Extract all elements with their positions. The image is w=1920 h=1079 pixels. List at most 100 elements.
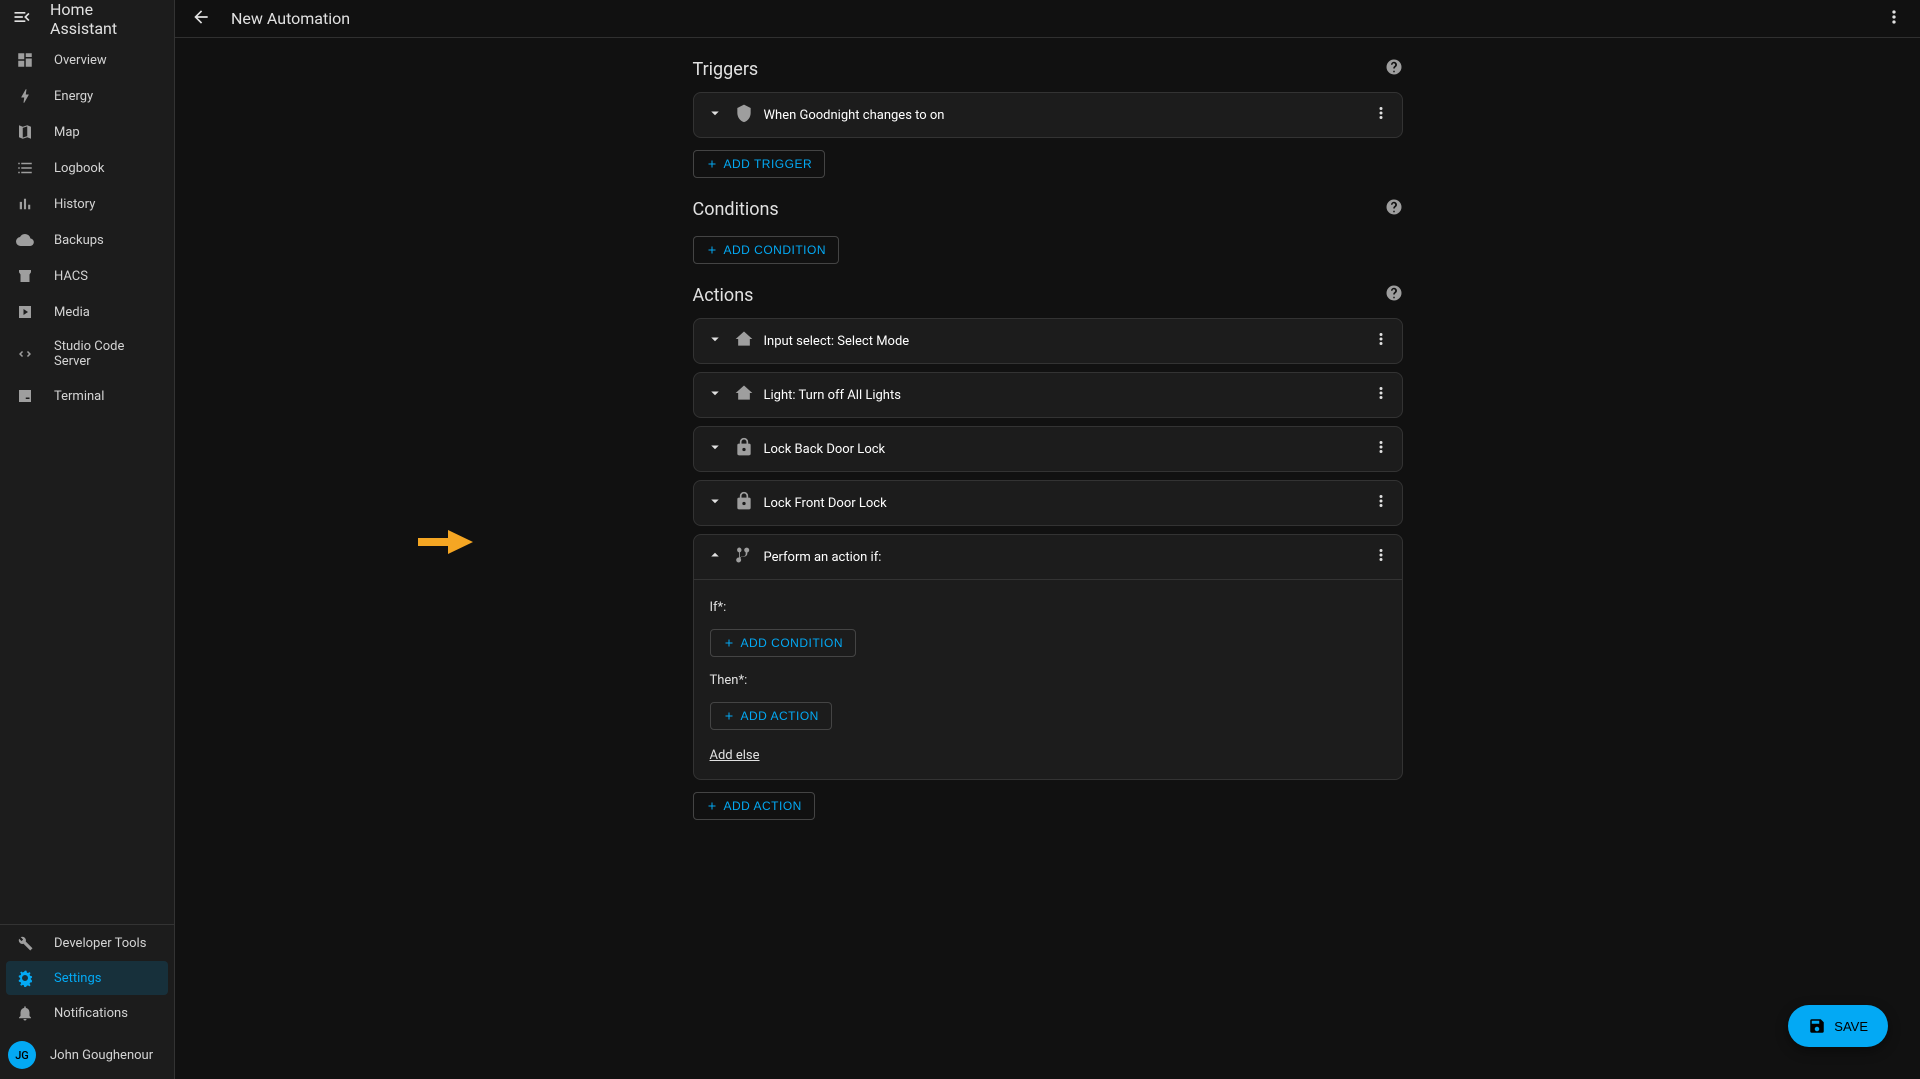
lock-icon [734, 491, 754, 515]
sidebar-item-label: Notifications [54, 1006, 128, 1021]
chevron-down-icon[interactable] [706, 492, 724, 514]
cloud-icon [16, 231, 34, 249]
save-button[interactable]: SAVE [1788, 1005, 1888, 1047]
add-then-action-button[interactable]: Add Action [710, 702, 832, 730]
card-title: Input select: Select Mode [764, 334, 1362, 349]
sidebar-item-overview[interactable]: Overview [6, 43, 168, 77]
card-title: Lock Back Door Lock [764, 442, 1362, 457]
content-area: Triggers When Goodnight changes to on Ad… [175, 38, 1920, 1079]
sidebar-user[interactable]: JG John Goughenour [0, 1031, 174, 1079]
card-title: Light: Turn off All Lights [764, 388, 1362, 403]
sidebar-item-map[interactable]: Map [6, 115, 168, 149]
sidebar-item-devtools[interactable]: Developer Tools [6, 926, 168, 960]
sidebar-item-settings[interactable]: Settings [6, 961, 168, 995]
sidebar-item-backups[interactable]: Backups [6, 223, 168, 257]
sidebar-item-history[interactable]: History [6, 187, 168, 221]
add-condition-button[interactable]: Add Condition [693, 236, 840, 264]
terminal-icon [16, 387, 34, 405]
sidebar-item-label: Logbook [54, 161, 104, 176]
trigger-card: When Goodnight changes to on [693, 92, 1403, 138]
section-title: Actions [693, 285, 754, 306]
map-icon [16, 123, 34, 141]
branch-icon [734, 545, 754, 569]
menu-toggle-icon[interactable] [12, 7, 32, 31]
section-title: Conditions [693, 199, 779, 220]
sidebar-item-label: History [54, 197, 95, 212]
sidebar-item-label: HACS [54, 269, 88, 284]
if-label: If*: [710, 600, 1386, 615]
code-icon [16, 345, 34, 363]
card-title: When Goodnight changes to on [764, 108, 1362, 123]
sidebar: Home Assistant Overview Energy Map Logbo… [0, 0, 175, 1079]
kebab-menu-icon[interactable] [1372, 546, 1390, 568]
sidebar-nav: Overview Energy Map Logbook History Back… [0, 38, 174, 924]
sidebar-item-notifications[interactable]: Notifications [6, 996, 168, 1030]
sidebar-item-label: Energy [54, 89, 93, 104]
bell-icon [16, 1004, 34, 1022]
action-card: Lock Back Door Lock [693, 426, 1403, 472]
add-trigger-button[interactable]: Add Trigger [693, 150, 826, 178]
chevron-down-icon[interactable] [706, 330, 724, 352]
dashboard-icon [16, 51, 34, 69]
button-label: Add Action [741, 709, 819, 723]
sidebar-item-label: Developer Tools [54, 936, 146, 951]
kebab-menu-icon[interactable] [1372, 492, 1390, 514]
card-title: Lock Front Door Lock [764, 496, 1362, 511]
conditions-section-header: Conditions [693, 198, 1403, 220]
kebab-menu-icon[interactable] [1372, 330, 1390, 352]
add-else-link[interactable]: Add else [710, 748, 760, 763]
sidebar-item-label: Media [54, 305, 90, 320]
if-block-body: If*: Add Condition Then*: Add Action Add… [694, 579, 1402, 779]
page-title: New Automation [231, 9, 1864, 28]
kebab-menu-icon[interactable] [1372, 104, 1390, 126]
help-icon[interactable] [1385, 58, 1403, 80]
chevron-down-icon[interactable] [706, 104, 724, 126]
add-action-button[interactable]: Add Action [693, 792, 815, 820]
sidebar-header: Home Assistant [0, 0, 174, 38]
sidebar-item-energy[interactable]: Energy [6, 79, 168, 113]
kebab-menu-icon[interactable] [1372, 384, 1390, 406]
list-icon [16, 159, 34, 177]
bolt-icon [16, 87, 34, 105]
chevron-down-icon[interactable] [706, 384, 724, 406]
action-card: Lock Front Door Lock [693, 480, 1403, 526]
kebab-menu-icon[interactable] [1372, 438, 1390, 460]
chevron-down-icon[interactable] [706, 438, 724, 460]
section-title: Triggers [693, 59, 759, 80]
lock-icon [734, 437, 754, 461]
button-label: Add Action [724, 799, 802, 813]
sidebar-item-label: Terminal [54, 389, 104, 404]
sidebar-item-label: Overview [54, 53, 107, 68]
avatar: JG [8, 1041, 36, 1069]
main-content: New Automation Triggers When Goodnight c… [175, 0, 1920, 1079]
sidebar-item-hacs[interactable]: HACS [6, 259, 168, 293]
button-label: Add Condition [724, 243, 827, 257]
kebab-menu-icon[interactable] [1884, 7, 1904, 31]
back-icon[interactable] [191, 7, 211, 31]
sidebar-item-label: Studio Code Server [54, 339, 158, 369]
sidebar-item-media[interactable]: Media [6, 295, 168, 329]
button-label: SAVE [1834, 1019, 1868, 1034]
sidebar-item-terminal[interactable]: Terminal [6, 379, 168, 413]
sidebar-footer: Developer Tools Settings Notifications J… [0, 924, 174, 1079]
button-label: Add Trigger [724, 157, 813, 171]
sidebar-item-label: Settings [54, 971, 101, 986]
gear-icon [16, 969, 34, 987]
then-label: Then*: [710, 673, 1386, 688]
sidebar-item-logbook[interactable]: Logbook [6, 151, 168, 185]
sidebar-item-code[interactable]: Studio Code Server [6, 331, 168, 377]
help-icon[interactable] [1385, 284, 1403, 306]
store-icon [16, 267, 34, 285]
sidebar-item-label: Backups [54, 233, 104, 248]
action-card: Input select: Select Mode [693, 318, 1403, 364]
media-icon [16, 303, 34, 321]
help-icon[interactable] [1385, 198, 1403, 220]
top-bar: New Automation [175, 0, 1920, 38]
entity-icon [734, 329, 754, 353]
action-card: Light: Turn off All Lights [693, 372, 1403, 418]
triggers-section-header: Triggers [693, 58, 1403, 80]
card-title: Perform an action if: [764, 550, 1362, 565]
chevron-up-icon[interactable] [706, 546, 724, 568]
sidebar-item-label: Map [54, 125, 80, 140]
add-if-condition-button[interactable]: Add Condition [710, 629, 857, 657]
